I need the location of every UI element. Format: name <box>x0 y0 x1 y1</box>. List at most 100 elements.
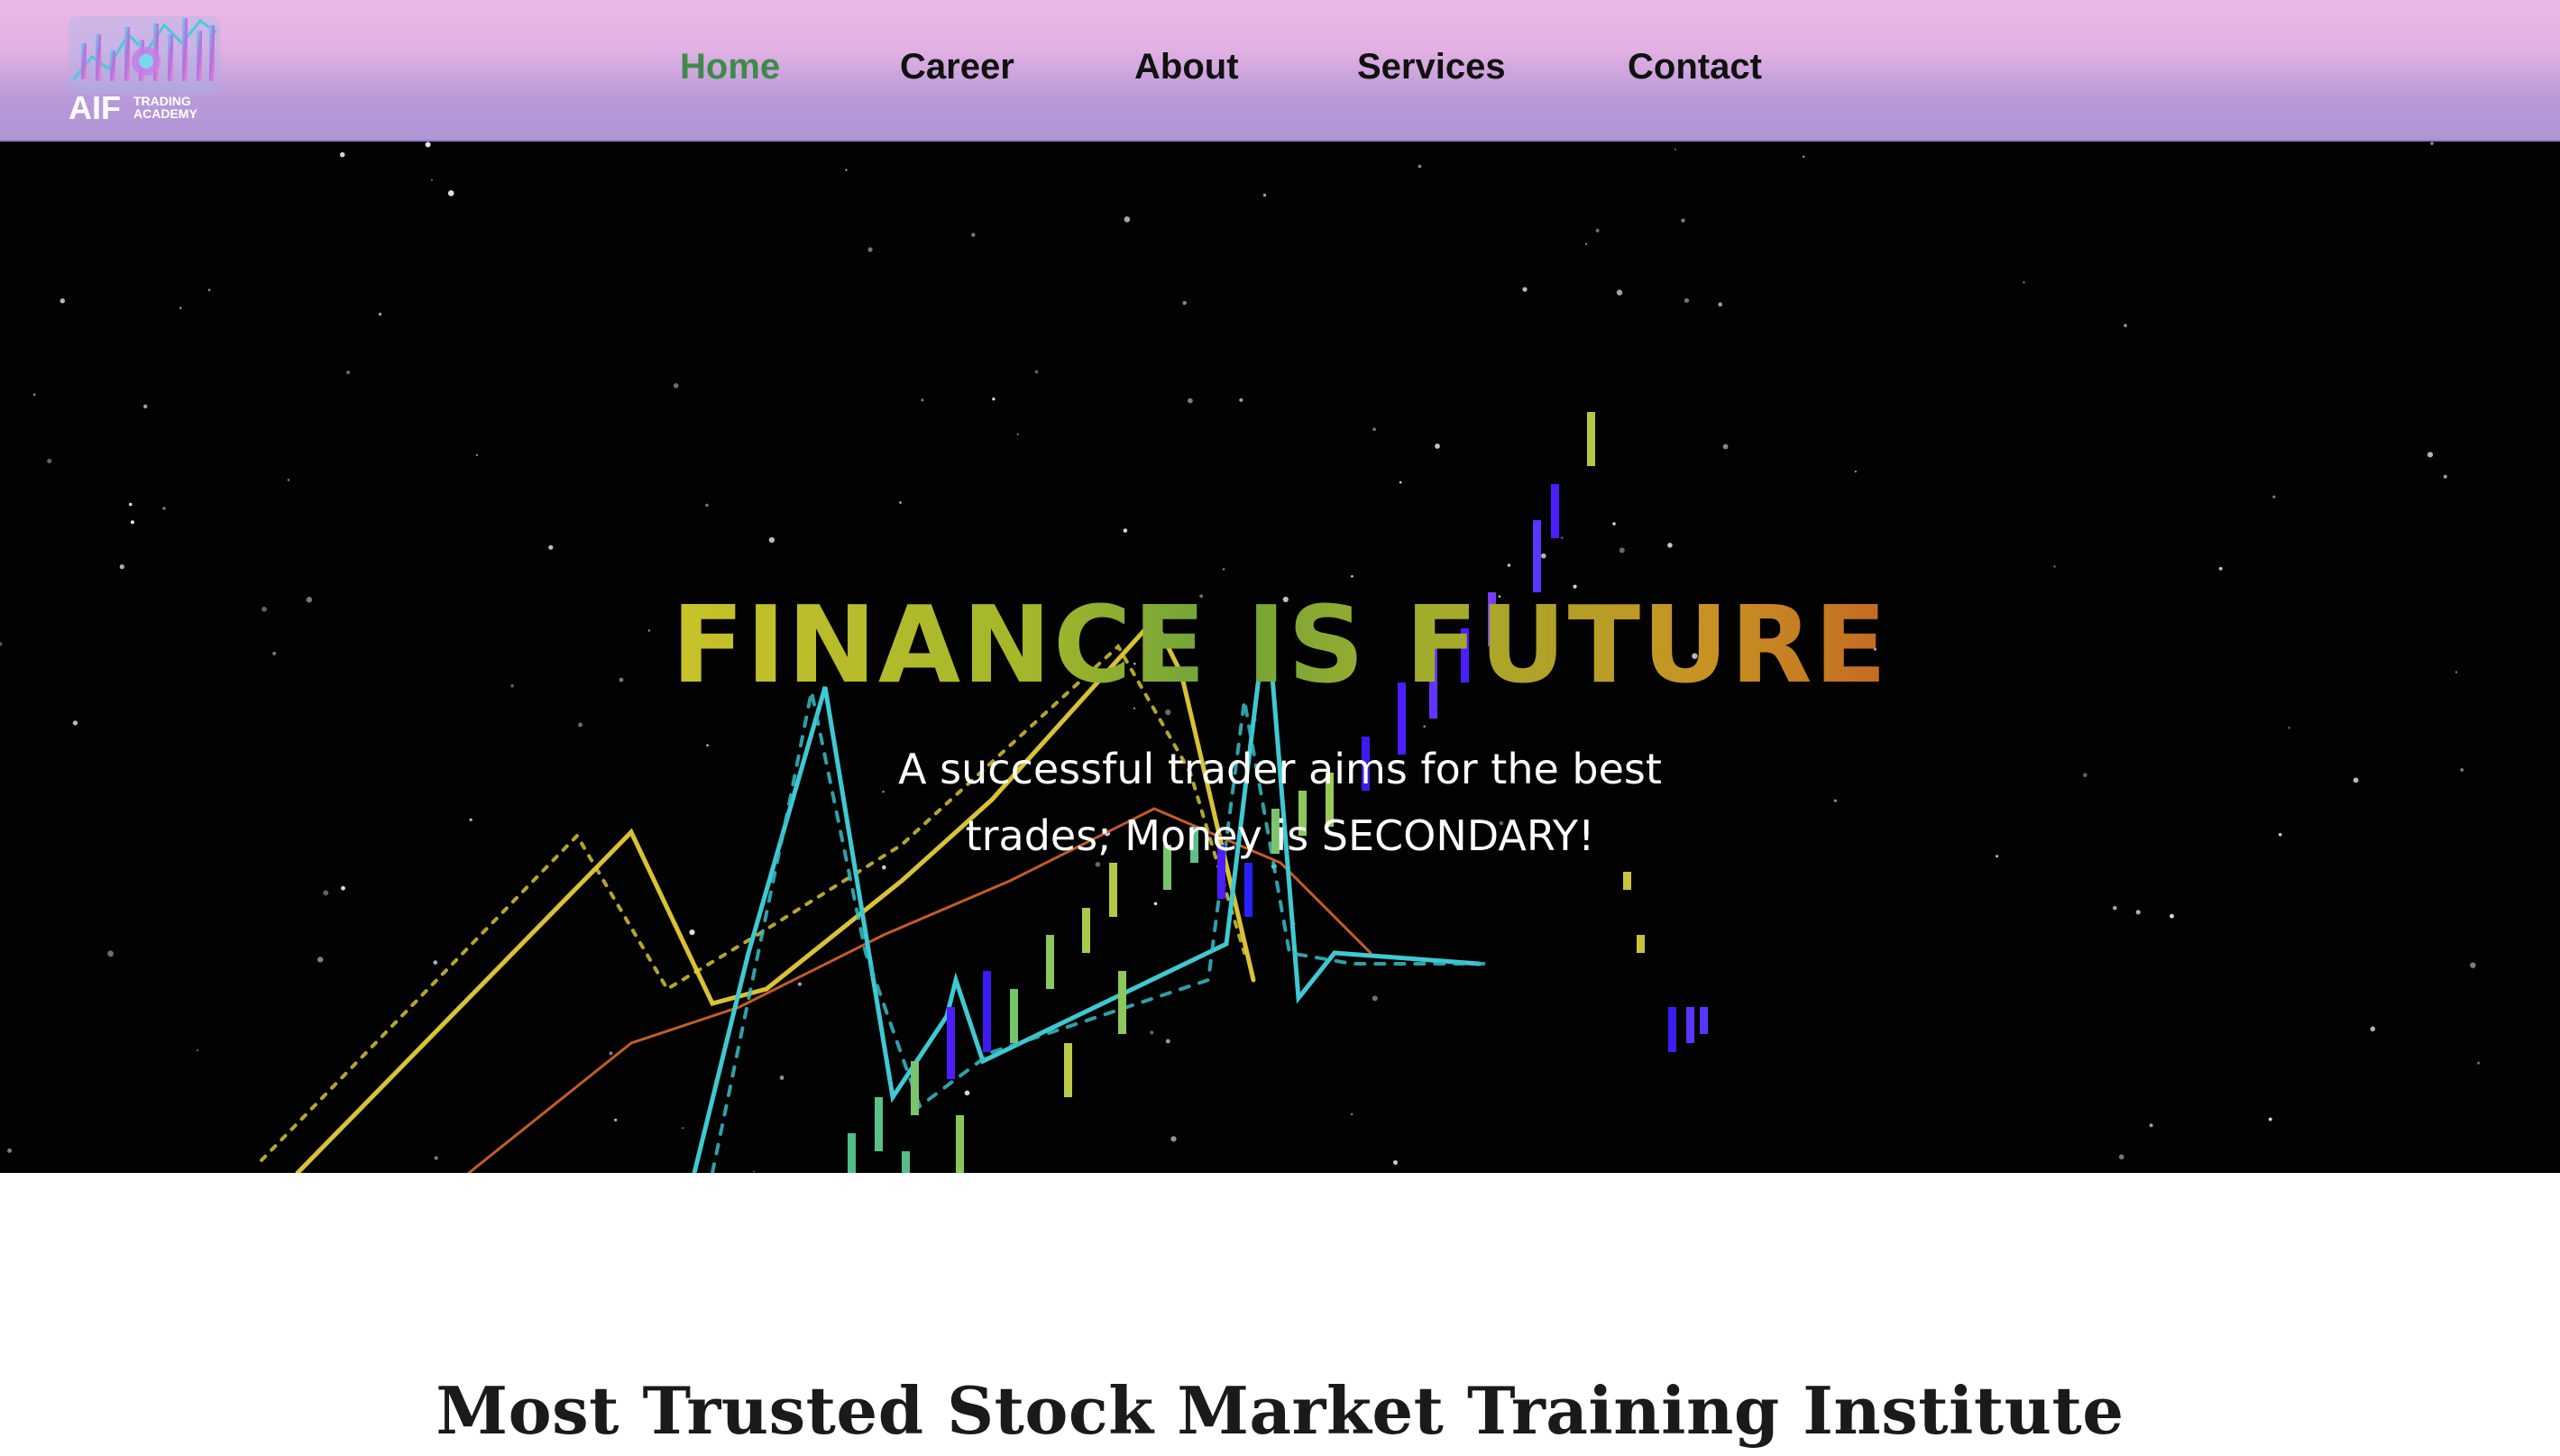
star-dot <box>1150 1030 1154 1035</box>
star-dot <box>7 1148 13 1153</box>
candle-bar <box>1700 1007 1708 1034</box>
star-dot <box>673 383 679 389</box>
star-dot <box>1616 289 1623 296</box>
star-dot <box>130 520 134 525</box>
hero-title: FINANCE IS FUTURE <box>671 582 1889 708</box>
star-dot <box>339 151 345 158</box>
star-dot <box>1423 725 1426 728</box>
star-dot <box>753 1170 755 1173</box>
star-dot <box>1722 444 1729 450</box>
yellow-dotted-line <box>260 643 1246 1162</box>
star-dot <box>1561 536 1564 539</box>
star-dot <box>705 503 709 508</box>
star-dot <box>1182 300 1187 306</box>
candle-bar <box>1668 1007 1676 1052</box>
candle-bar <box>1244 863 1252 917</box>
nav-home-link[interactable]: Home <box>680 47 780 87</box>
candle-bar <box>1109 863 1117 917</box>
star-dot <box>768 536 775 544</box>
star-dot <box>2135 910 2141 915</box>
candle-bar <box>1010 989 1018 1043</box>
star-dot <box>1507 563 1511 567</box>
candle-bar <box>902 1151 910 1173</box>
hero-subtitle-line-1: A successful trader aims for the best <box>898 745 1662 793</box>
star-dot <box>1393 1160 1398 1165</box>
star-dot <box>2268 1117 2272 1122</box>
star-dot <box>882 865 886 870</box>
star-dot <box>1435 444 1440 449</box>
star-dot <box>1262 193 1267 197</box>
star-dot <box>2477 1061 2481 1065</box>
star-dot <box>2113 905 2117 911</box>
star-dot <box>1667 543 1673 548</box>
star-dot <box>614 1118 618 1122</box>
star-dot <box>2149 1123 2153 1128</box>
candle-bar <box>983 971 991 1052</box>
nav-career-link[interactable]: Career <box>900 47 1014 87</box>
star-dot <box>2272 495 2276 499</box>
star-dot <box>207 288 211 291</box>
star-dot <box>706 744 709 746</box>
star-dot <box>128 502 133 507</box>
star-dot <box>609 1051 613 1056</box>
star-dot <box>964 1090 970 1096</box>
star-dot <box>1399 481 1402 484</box>
star-dot <box>899 501 902 504</box>
star-dot <box>425 142 431 148</box>
star-dot <box>1718 302 1722 307</box>
star-dot <box>47 458 52 463</box>
star-dot <box>1584 243 1588 245</box>
candle-bar <box>1118 971 1126 1034</box>
star-dot <box>1095 862 1101 867</box>
star-dot <box>1133 707 1135 710</box>
nav-about-link[interactable]: About <box>1134 47 1239 87</box>
star-dot <box>1674 148 1676 151</box>
star-dot <box>2170 913 2174 919</box>
star-dot <box>1016 433 1019 435</box>
star-dot <box>1351 575 1353 578</box>
star-dot <box>779 1076 785 1080</box>
star-dot <box>143 404 148 408</box>
star-dot <box>341 885 345 891</box>
star-dot <box>1123 528 1128 533</box>
star-dot <box>797 982 803 986</box>
star-dot <box>1034 370 1039 374</box>
candle-bar <box>1082 908 1090 953</box>
candle-bar <box>1587 412 1595 466</box>
star-dot <box>548 545 554 550</box>
star-dot <box>845 169 848 171</box>
star-dot <box>1372 427 1376 432</box>
candle-bar <box>956 1115 964 1173</box>
star-dot <box>107 950 114 957</box>
star-dot <box>430 179 434 181</box>
star-dot <box>1153 902 1158 906</box>
star-dot <box>1612 522 1616 526</box>
star-dot <box>60 298 66 304</box>
star-dot <box>378 312 382 316</box>
main-navigation: Home Career About Services Contact <box>0 0 2560 142</box>
star-dot <box>992 397 996 401</box>
top-navbar: AIF TRADING ACADEMY Home Career About Se… <box>0 0 2560 142</box>
star-dot <box>434 1156 438 1160</box>
star-dot <box>1124 216 1131 223</box>
nav-services-link[interactable]: Services <box>1357 47 1506 87</box>
star-dot <box>2023 280 2025 284</box>
star-dot <box>346 371 351 375</box>
star-dot <box>1239 398 1243 402</box>
star-dot <box>196 1049 199 1052</box>
candle-bar <box>947 1007 955 1079</box>
star-dot <box>1170 1136 1177 1142</box>
star-dot <box>1165 1039 1170 1044</box>
hero-subtitle-line-2: trades; Money is SECONDARY! <box>965 811 1595 860</box>
star-dot <box>2443 474 2447 479</box>
star-dot <box>2288 727 2290 729</box>
star-dot <box>2427 452 2434 458</box>
star-dot <box>447 190 454 197</box>
star-dot <box>689 929 695 936</box>
star-dot <box>323 890 329 896</box>
star-dot <box>1802 155 1805 158</box>
star-dot <box>475 453 479 456</box>
candle-bar <box>875 1097 883 1151</box>
star-dot <box>682 1127 684 1130</box>
nav-contact-link[interactable]: Contact <box>1628 47 1762 87</box>
